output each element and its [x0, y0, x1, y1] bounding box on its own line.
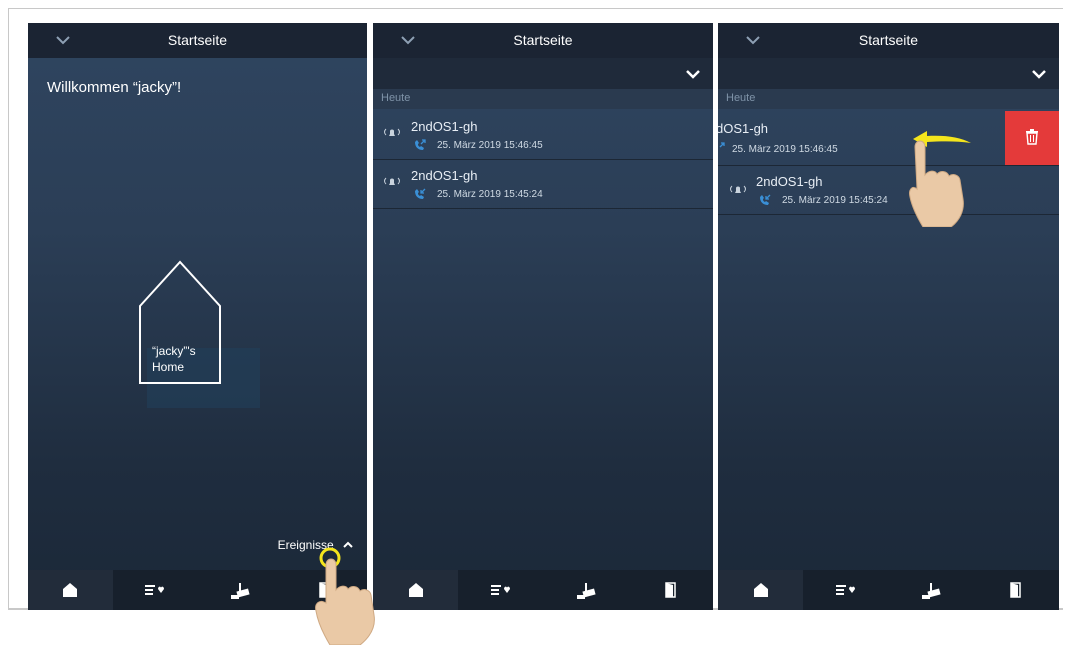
- home-label-line1: “jacky”'s: [152, 344, 196, 358]
- events-list-icon: [835, 585, 855, 595]
- camera-icon: [230, 583, 250, 599]
- header-bar: Startseite: [718, 23, 1059, 58]
- tab-events[interactable]: [113, 570, 198, 610]
- tap-gesture-hand-icon: [315, 547, 375, 645]
- house-icon[interactable]: [135, 258, 260, 408]
- section-header: Heute: [373, 89, 713, 109]
- doorbell-icon: [730, 185, 746, 193]
- bottom-nav: [718, 570, 1059, 610]
- section-label: Heute: [726, 92, 756, 104]
- header-bar: Startseite: [373, 23, 713, 58]
- outgoing-call-icon: [415, 139, 426, 150]
- section-label: Heute: [381, 92, 411, 104]
- page-title: Startseite: [513, 32, 573, 48]
- section-header: Heute: [718, 89, 1059, 109]
- event-row[interactable]: 2ndOS1-gh 25. März 2019 15:46:45: [373, 111, 713, 160]
- tab-home[interactable]: [373, 570, 458, 610]
- tab-surveillance[interactable]: [889, 570, 974, 610]
- delete-button[interactable]: [1005, 111, 1059, 165]
- events-list-icon: [490, 585, 510, 595]
- events-subbar: [718, 58, 1059, 89]
- doorbell-icon: [384, 128, 400, 136]
- welcome-text: Willkommen “jacky”!: [47, 79, 182, 96]
- chevron-down-icon[interactable]: [1031, 67, 1047, 81]
- camera-icon: [576, 583, 596, 599]
- home-icon: [408, 583, 423, 597]
- event-time: 25. März 2019 15:46:45: [437, 140, 543, 151]
- screen-events: Startseite Heute 2ndOS1-gh 25. März 2019…: [373, 23, 713, 610]
- home-icon: [63, 583, 78, 597]
- screen-home: Startseite Willkommen “jacky”! “jacky”'s…: [28, 23, 367, 610]
- tab-events[interactable]: [803, 570, 888, 610]
- door-icon: [1010, 582, 1022, 598]
- screen-events-swipe: Startseite Heute dOS1-gh 25. März 2019 1…: [718, 23, 1059, 610]
- event-time: 25. März 2019 15:45:24: [437, 189, 543, 200]
- outgoing-call-icon: [719, 142, 725, 148]
- events-list-icon: [145, 585, 165, 595]
- event-row[interactable]: 2ndOS1-gh 25. März 2019 15:45:24: [718, 166, 1059, 215]
- page-title: Startseite: [167, 32, 228, 48]
- tab-home[interactable]: [718, 570, 804, 610]
- event-time: 25. März 2019 15:46:45: [732, 144, 838, 155]
- page-title: Startseite: [858, 32, 919, 48]
- tab-door[interactable]: [628, 570, 713, 610]
- door-icon: [664, 582, 676, 598]
- event-name: 2ndOS1-gh: [756, 174, 823, 189]
- event-name: 2ndOS1-gh: [411, 168, 478, 183]
- bottom-nav: [373, 570, 713, 610]
- doorbell-icon: [384, 177, 400, 185]
- events-subbar: [373, 58, 713, 89]
- event-name: dOS1-gh: [718, 121, 769, 136]
- tab-surveillance[interactable]: [198, 570, 283, 610]
- home-label-line2: Home: [152, 360, 185, 374]
- event-row[interactable]: 2ndOS1-gh 25. März 2019 15:45:24: [373, 160, 713, 209]
- home-label[interactable]: “jacky”'s Home: [152, 343, 196, 375]
- missed-call-icon: [415, 188, 426, 199]
- event-time: 25. März 2019 15:45:24: [782, 195, 888, 206]
- tab-door[interactable]: [974, 570, 1059, 610]
- swipe-gesture-hand-icon: [909, 131, 971, 227]
- event-name: 2ndOS1-gh: [411, 119, 478, 134]
- header-bar: Startseite: [28, 23, 367, 58]
- home-icon: [753, 583, 768, 597]
- tab-surveillance[interactable]: [543, 570, 628, 610]
- tab-events[interactable]: [458, 570, 543, 610]
- missed-call-icon: [760, 194, 771, 205]
- tab-home[interactable]: [28, 570, 113, 610]
- trash-icon: [1026, 129, 1038, 145]
- camera-icon: [922, 583, 941, 599]
- chevron-down-icon[interactable]: [685, 67, 701, 81]
